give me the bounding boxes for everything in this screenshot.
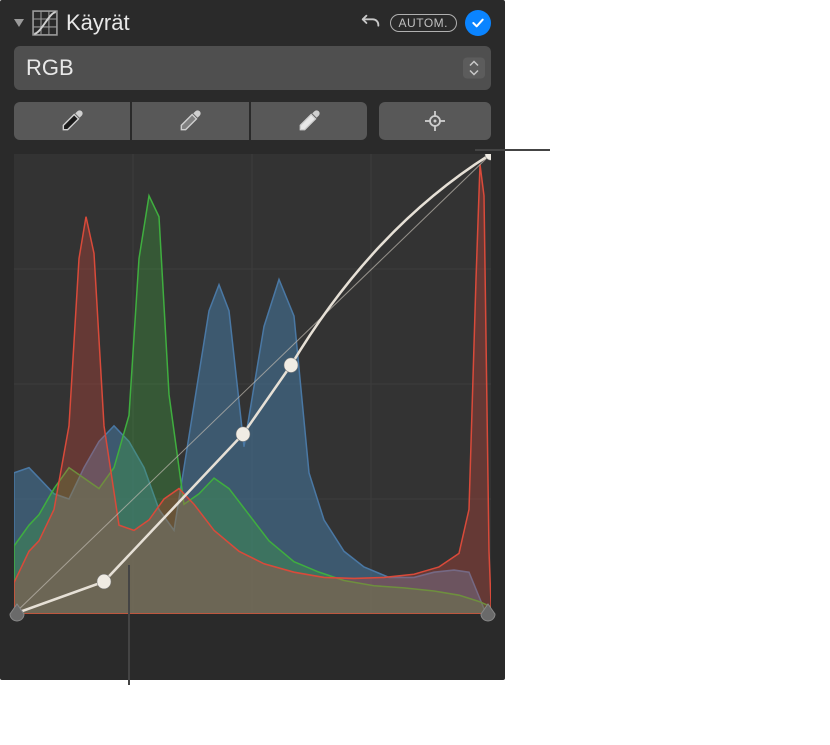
enable-toggle[interactable]: [465, 10, 491, 36]
panel-header: Käyrät AUTOM.: [14, 4, 491, 46]
channel-select-label: RGB: [26, 55, 74, 81]
curves-histogram[interactable]: [14, 154, 491, 614]
auto-button[interactable]: AUTOM.: [390, 14, 457, 32]
add-point-button[interactable]: [379, 102, 491, 140]
panel-title: Käyrät: [66, 10, 352, 36]
undo-icon[interactable]: [360, 12, 382, 34]
callout-line-bottom: [128, 565, 130, 685]
black-point-slider[interactable]: [8, 602, 26, 622]
disclosure-triangle-icon[interactable]: [14, 19, 24, 27]
eyedropper-gray-button[interactable]: [132, 102, 248, 140]
eyedropper-black-button[interactable]: [14, 102, 130, 140]
select-stepper-icon: [463, 58, 485, 79]
curves-icon: [32, 10, 58, 36]
eyedropper-group: [14, 102, 367, 140]
curves-panel: Käyrät AUTOM. RGB: [0, 0, 505, 680]
channel-select[interactable]: RGB: [14, 46, 491, 90]
eyedropper-white-button[interactable]: [251, 102, 367, 140]
picker-row: [14, 102, 491, 140]
white-point-slider[interactable]: [479, 602, 497, 622]
callout-line-right: [475, 149, 550, 151]
